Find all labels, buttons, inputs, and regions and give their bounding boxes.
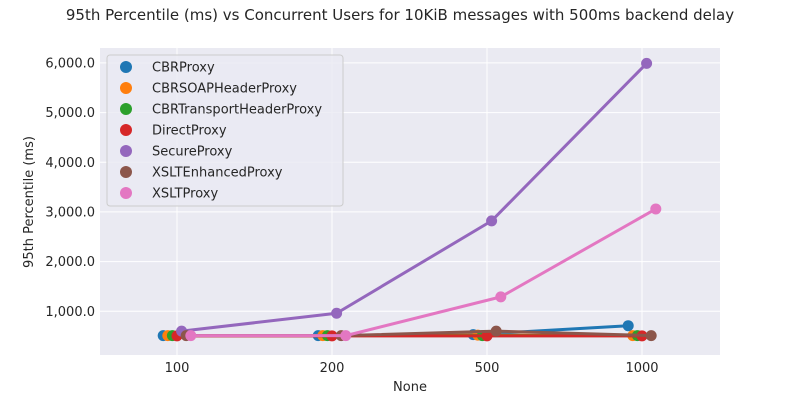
data-point <box>185 330 197 342</box>
data-point <box>486 215 498 227</box>
x-tick-label: 500 <box>475 361 500 376</box>
legend-marker <box>120 103 132 115</box>
y-tick-label: 6,000.0 <box>45 56 95 71</box>
data-point <box>331 307 343 319</box>
y-tick-labels: 1,000.0 2,000.0 3,000.0 4,000.0 5,000.0 6,000… <box>45 56 95 319</box>
y-tick-label: 2,000.0 <box>45 255 95 270</box>
chart-title: 95th Percentile (ms) vs Concurrent Users… <box>66 6 734 24</box>
x-tick-labels: 100 200 500 1000 <box>165 361 659 376</box>
data-point <box>622 320 634 332</box>
legend-label: CBRSOAPHeaderProxy <box>152 82 297 97</box>
data-point <box>650 203 662 215</box>
legend-marker <box>120 166 132 178</box>
data-point <box>340 330 352 342</box>
legend-label: CBRProxy <box>152 61 215 76</box>
legend-marker <box>120 124 132 136</box>
legend: CBRProxy CBRSOAPHeaderProxy CBRTransportHe… <box>106 54 344 207</box>
y-tick-label: 1,000.0 <box>45 305 95 320</box>
x-axis-label: None <box>393 380 427 395</box>
y-tick-label: 4,000.0 <box>45 156 95 171</box>
data-point <box>495 291 507 303</box>
x-tick-label: 1000 <box>625 361 658 376</box>
x-tick-label: 100 <box>165 361 190 376</box>
data-point <box>490 325 502 337</box>
legend-label: SecureProxy <box>152 145 233 160</box>
legend-marker <box>120 187 132 199</box>
legend-label: XSLTEnhancedProxy <box>152 166 283 181</box>
data-point <box>641 57 653 69</box>
legend-label: XSLTProxy <box>152 187 218 202</box>
y-tick-label: 3,000.0 <box>45 205 95 220</box>
legend-marker <box>120 82 132 94</box>
y-axis-label: 95th Percentile (ms) <box>22 136 37 268</box>
x-tick-label: 200 <box>320 361 345 376</box>
data-point <box>645 330 657 342</box>
legend-marker <box>120 61 132 73</box>
chart: 95th Percentile (ms) vs Concurrent Users… <box>22 6 734 395</box>
y-tick-label: 5,000.0 <box>45 106 95 121</box>
legend-label: DirectProxy <box>152 124 227 139</box>
legend-marker <box>120 145 132 157</box>
legend-label: CBRTransportHeaderProxy <box>152 103 322 118</box>
